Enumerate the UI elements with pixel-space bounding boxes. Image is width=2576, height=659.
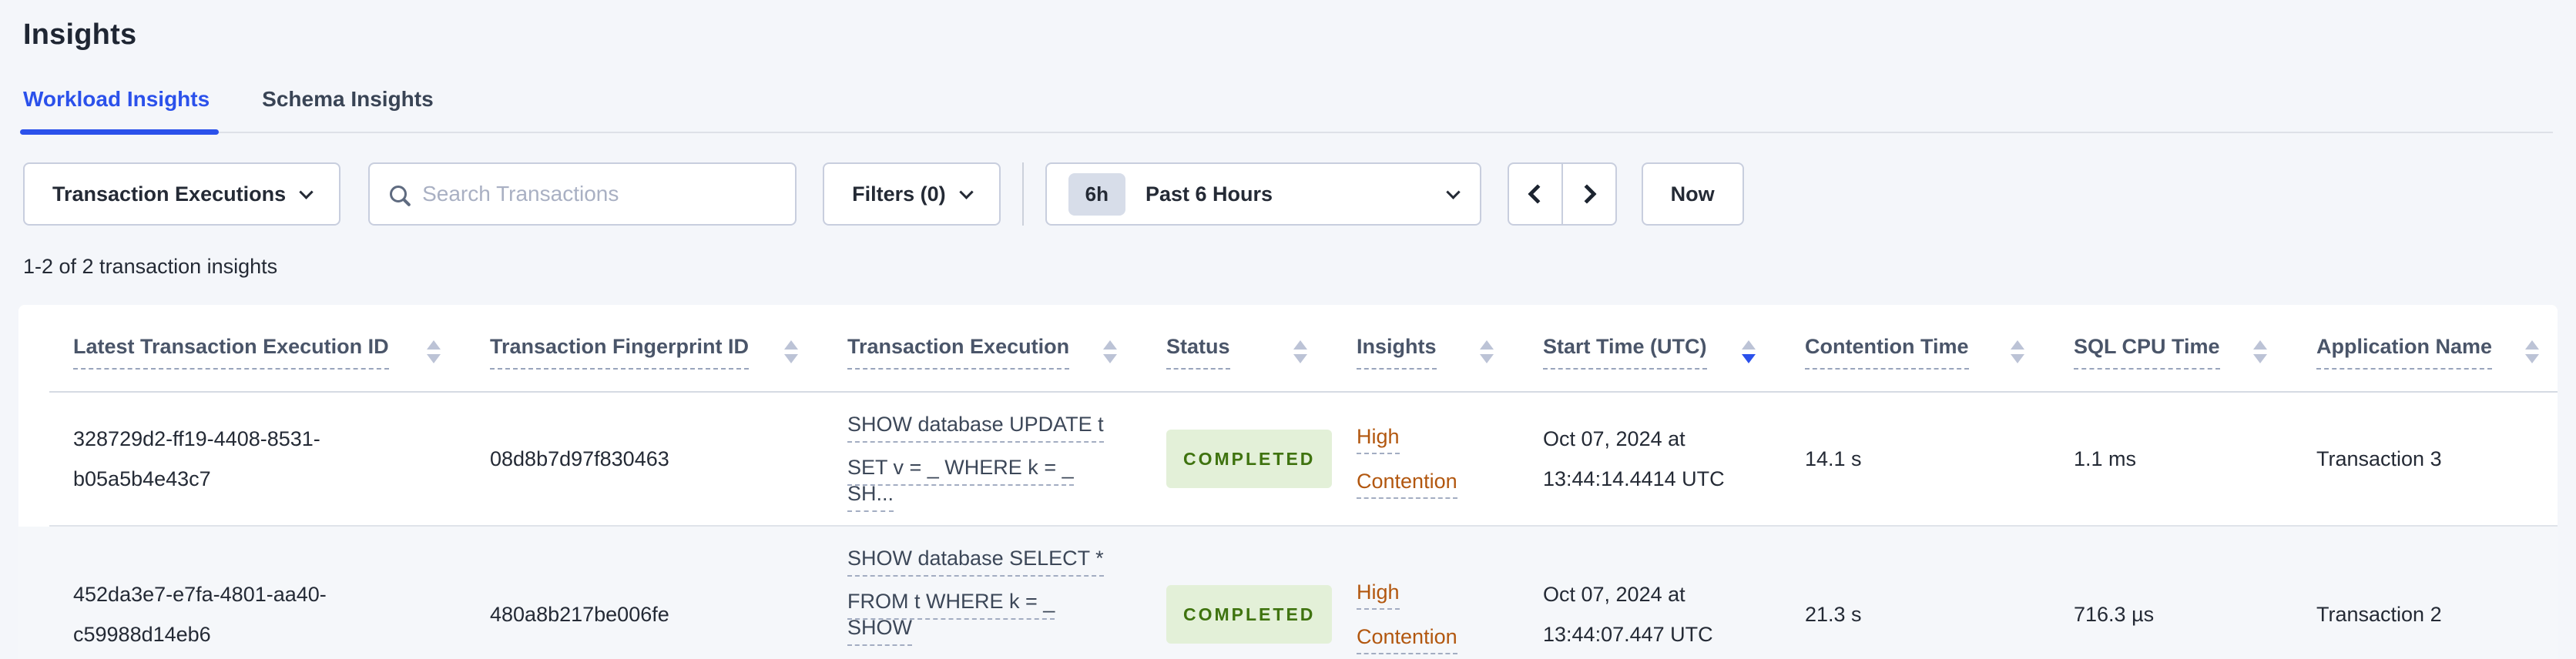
- tab-workload-insights[interactable]: Workload Insights: [19, 87, 220, 135]
- toolbar-divider: [1021, 162, 1024, 226]
- toolbar: Transaction Executions Filters (0) 6h Pa…: [23, 162, 2553, 226]
- transaction-execution-cell: SHOW database UPDATE t SET v = _ WHERE k…: [847, 411, 1166, 512]
- start-time-cell: Oct 07, 2024 at 13:44:14.4414 UTC: [1543, 427, 1725, 490]
- transaction-execution-link[interactable]: FROM t WHERE k = _ SHOW: [847, 590, 1055, 646]
- status-badge: COMPLETED: [1166, 585, 1333, 644]
- status-cell: COMPLETED: [1166, 430, 1357, 488]
- high-contention-link[interactable]: High Contention: [1357, 425, 1457, 499]
- tab-bar: Workload Insights Schema Insights: [19, 87, 2553, 135]
- latest-transaction-execution-id-cell: 452da3e7-e7fa-4801-aa40- c59988d14eb6: [73, 583, 327, 646]
- high-contention-link[interactable]: High Contention: [1357, 580, 1457, 654]
- status-badge: COMPLETED: [1166, 430, 1333, 488]
- chevron-down-icon: [299, 184, 314, 199]
- sort-desc-icon[interactable]: [1742, 340, 1756, 363]
- next-interval-button[interactable]: [1561, 162, 1617, 226]
- chevron-left-icon: [1527, 184, 1548, 204]
- results-summary: 1-2 of 2 transaction insights: [23, 255, 278, 278]
- transaction-execution-link[interactable]: SET v = _ WHERE k = _ SH...: [847, 456, 1074, 512]
- time-range-picker[interactable]: 6h Past 6 Hours: [1045, 162, 1481, 226]
- transaction-fingerprint-id-cell: 08d8b7d97f830463: [490, 447, 669, 470]
- sql-cpu-time-cell: 716.3 µs: [2074, 603, 2155, 626]
- execution-type-label: Transaction Executions: [52, 182, 287, 206]
- chevron-down-icon: [1445, 184, 1461, 199]
- filters-label: Filters (0): [852, 182, 946, 206]
- chevron-right-icon: [1576, 184, 1597, 204]
- transaction-execution-link[interactable]: SHOW database SELECT *: [847, 547, 1104, 577]
- table-row: 328729d2-ff19-4408-8531- b05a5b4e43c7 08…: [18, 393, 2558, 527]
- start-time-cell: Oct 07, 2024 at 13:44:07.447 UTC: [1543, 583, 1713, 646]
- column-header-contention-time: Contention Time: [1805, 335, 2074, 370]
- application-name-cell: Transaction 2: [2316, 603, 2442, 626]
- search-input[interactable]: [421, 181, 776, 207]
- now-label: Now: [1670, 182, 1715, 206]
- sort-icon[interactable]: [2253, 340, 2267, 363]
- page-title: Insights: [23, 18, 137, 51]
- time-nav-group: [1507, 162, 1617, 226]
- column-header-insights: Insights: [1357, 335, 1543, 370]
- sort-icon[interactable]: [1103, 340, 1117, 363]
- sort-icon[interactable]: [1293, 340, 1307, 363]
- time-range-badge: 6h: [1068, 172, 1125, 216]
- latest-transaction-execution-id-cell: 328729d2-ff19-4408-8531- b05a5b4e43c7: [73, 427, 320, 490]
- execution-type-dropdown[interactable]: Transaction Executions: [23, 162, 341, 226]
- column-header-status: Status: [1166, 335, 1357, 370]
- sort-icon[interactable]: [2011, 340, 2024, 363]
- sort-icon[interactable]: [427, 340, 441, 363]
- transaction-fingerprint-id-cell: 480a8b217be006fe: [490, 603, 669, 626]
- contention-time-cell: 14.1 s: [1805, 447, 1862, 470]
- chevron-down-icon: [958, 184, 974, 199]
- time-range-label: Past 6 Hours: [1145, 182, 1273, 206]
- sql-cpu-time-cell: 1.1 ms: [2074, 447, 2137, 470]
- column-header-start-time: Start Time (UTC): [1543, 335, 1805, 370]
- sort-icon[interactable]: [1480, 340, 1494, 363]
- previous-interval-button[interactable]: [1507, 162, 1563, 226]
- column-header-transaction-fingerprint-id: Transaction Fingerprint ID: [490, 335, 847, 370]
- table-row: 452da3e7-e7fa-4801-aa40- c59988d14eb6 48…: [18, 527, 2558, 659]
- tab-schema-insights[interactable]: Schema Insights: [262, 87, 437, 132]
- filters-button[interactable]: Filters (0): [823, 162, 1001, 226]
- transaction-execution-cell: SHOW database SELECT * FROM t WHERE k = …: [847, 545, 1166, 659]
- table-header: Latest Transaction Execution ID Transact…: [18, 305, 2558, 393]
- contention-time-cell: 21.3 s: [1805, 603, 1862, 626]
- insights-table-card: Latest Transaction Execution ID Transact…: [18, 305, 2558, 659]
- insights-cell: High Contention: [1357, 570, 1543, 659]
- status-cell: COMPLETED: [1166, 585, 1357, 644]
- search-box[interactable]: [368, 162, 797, 226]
- sort-icon[interactable]: [784, 340, 798, 363]
- column-header-latest-transaction-execution-id: Latest Transaction Execution ID: [49, 335, 490, 370]
- insights-cell: High Contention: [1357, 414, 1543, 503]
- transaction-execution-link[interactable]: SHOW database UPDATE t: [847, 413, 1104, 443]
- column-header-transaction-execution: Transaction Execution: [847, 335, 1166, 370]
- application-name-cell: Transaction 3: [2316, 447, 2442, 470]
- now-button[interactable]: Now: [1641, 162, 1744, 226]
- column-header-sql-cpu-time: SQL CPU Time: [2074, 335, 2316, 370]
- column-header-application-name: Application Name: [2316, 335, 2558, 370]
- sort-icon[interactable]: [2525, 340, 2539, 363]
- search-icon: [390, 186, 408, 202]
